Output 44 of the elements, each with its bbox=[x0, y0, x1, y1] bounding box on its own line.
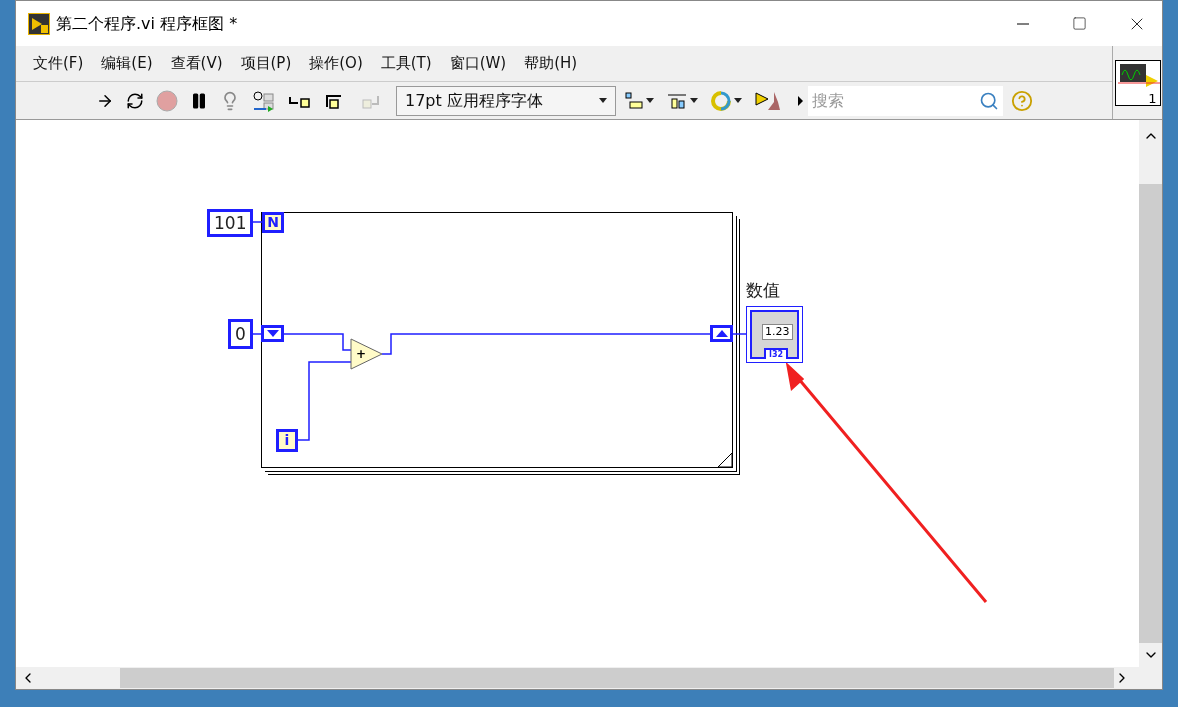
search-input[interactable]: 搜索 bbox=[812, 88, 979, 113]
menu-item[interactable]: 编辑(E) bbox=[92, 52, 162, 75]
cleanup-icon bbox=[754, 89, 782, 112]
reorder-icon bbox=[710, 89, 732, 112]
menu-item[interactable]: 文件(F) bbox=[24, 52, 93, 75]
abort-icon bbox=[156, 89, 178, 112]
numeric-indicator[interactable]: 1.23 I32 bbox=[746, 306, 803, 363]
triangle-down-icon bbox=[266, 330, 279, 337]
run-continuously-icon bbox=[126, 91, 144, 110]
probe-icon bbox=[252, 89, 276, 112]
numeric-constant[interactable]: 0 bbox=[228, 319, 253, 349]
search-field[interactable]: 搜索 bbox=[808, 85, 1003, 116]
pause-icon bbox=[190, 91, 208, 110]
caret-icon bbox=[690, 98, 698, 103]
triangle-up-icon bbox=[715, 330, 728, 337]
menu-item[interactable]: 工具(T) bbox=[371, 52, 441, 75]
maximize-icon bbox=[1071, 16, 1087, 31]
menu-item[interactable]: 查看(V) bbox=[161, 52, 232, 75]
horizontal-scrollbar[interactable] bbox=[16, 667, 1162, 689]
menu-item[interactable]: 操作(O) bbox=[300, 52, 372, 75]
align-icon bbox=[624, 90, 644, 111]
menu-item[interactable]: 窗口(W) bbox=[440, 52, 516, 75]
indicator-label: 数值 bbox=[746, 279, 780, 302]
vi-icon[interactable]: 1 bbox=[1114, 59, 1161, 106]
minimize-icon bbox=[1017, 22, 1029, 25]
help-icon bbox=[1011, 89, 1033, 112]
app-icon bbox=[28, 12, 50, 35]
vertical-scrollbar[interactable] bbox=[1139, 120, 1162, 667]
add-function: + bbox=[350, 338, 383, 370]
numeric-constant[interactable]: 101 bbox=[207, 209, 254, 237]
vi-icon-number: 1 bbox=[1148, 91, 1157, 105]
window-title: 第二个程序.vi 程序框图 * bbox=[56, 12, 238, 35]
search-icon[interactable] bbox=[979, 90, 999, 111]
caret-icon bbox=[646, 98, 654, 103]
indicator-value: 1.23 bbox=[762, 324, 793, 340]
iteration-terminal: i bbox=[276, 429, 298, 452]
font-selector[interactable]: 17pt 应用程序字体 bbox=[396, 85, 616, 116]
data-type-label: I32 bbox=[764, 348, 789, 359]
caret-icon bbox=[798, 95, 804, 106]
menu-item[interactable]: 项目(P) bbox=[231, 52, 301, 75]
caret-icon bbox=[734, 98, 742, 103]
caret-icon bbox=[599, 98, 607, 103]
count-terminal: N bbox=[262, 212, 284, 233]
menu-item[interactable]: 帮助(H) bbox=[515, 52, 587, 75]
